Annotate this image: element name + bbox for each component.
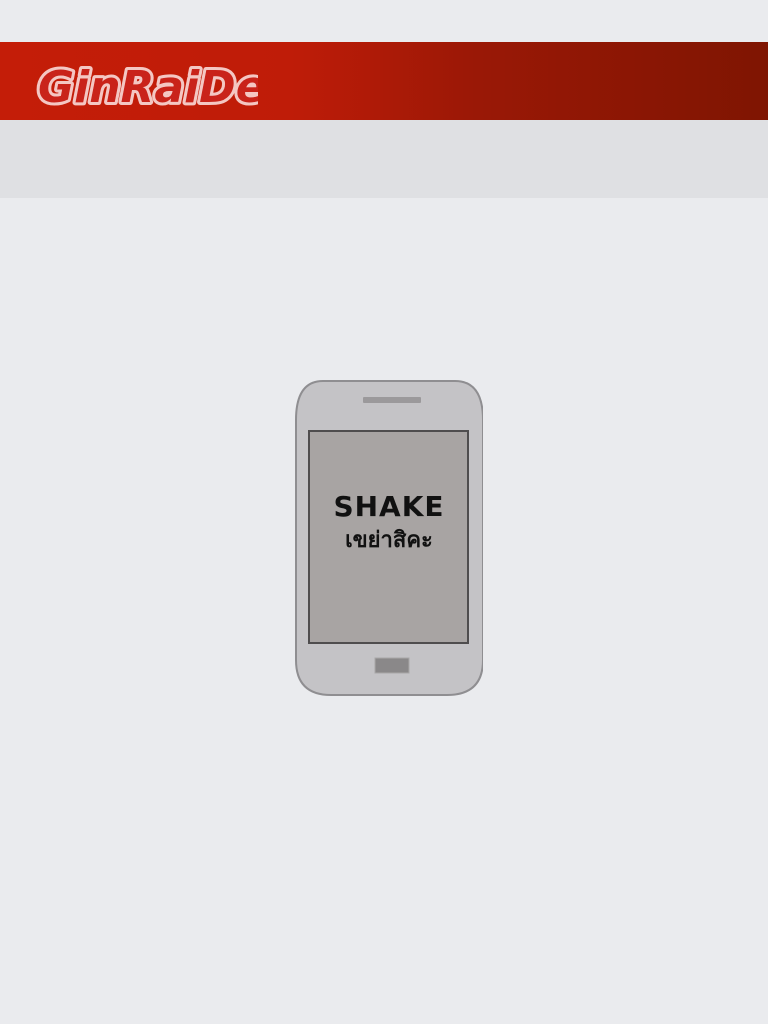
ginraidee-logo[interactable]: GinRaiDee GinRaiDee [34, 48, 258, 114]
status-strip [0, 0, 768, 42]
toolbar-area [0, 120, 768, 198]
shake-label: SHAKE [333, 490, 445, 523]
svg-text:GinRaiDee: GinRaiDee [38, 62, 258, 113]
logo-graphic: GinRaiDee GinRaiDee [35, 59, 258, 114]
app-header: GinRaiDee GinRaiDee [0, 42, 768, 120]
shake-label-thai: เขย่าสิคะ [345, 528, 433, 553]
